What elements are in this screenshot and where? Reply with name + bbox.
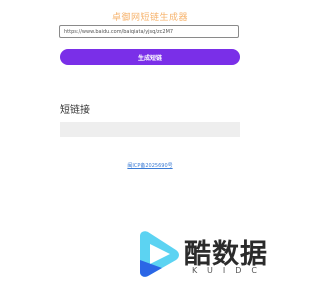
short-link-label: 短链接 [60, 105, 90, 116]
page-title: 卓御网短链生成器 [111, 13, 188, 23]
long-url-input[interactable] [59, 25, 239, 38]
short-link-result-field[interactable] [60, 122, 240, 137]
watermark-logo: 酷数据 KUIDC [132, 230, 282, 282]
generate-short-link-button[interactable]: 生成短链 [60, 49, 240, 65]
play-icon [140, 231, 179, 277]
watermark-brand-en: KUIDC [192, 266, 267, 275]
icp-record-link[interactable]: 闽ICP备2025690号 [0, 162, 300, 169]
